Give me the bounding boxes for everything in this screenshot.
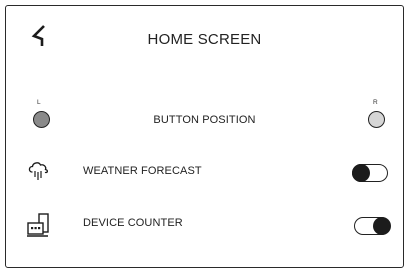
right-position-button[interactable]: [368, 111, 385, 128]
weather-forecast-label: WEATNER FORECAST: [83, 165, 202, 177]
weather-cloud-rain-icon: [27, 159, 51, 188]
device-counter-icon: [26, 212, 54, 243]
toggle-knob: [351, 163, 370, 182]
page-title: HOME SCREEN: [147, 31, 262, 48]
left-position-label: L: [37, 99, 41, 106]
device-counter-toggle[interactable]: [354, 216, 391, 235]
toggle-knob: [372, 216, 391, 235]
button-position-label: BUTTON POSITION: [153, 114, 256, 126]
weather-forecast-toggle[interactable]: [351, 163, 388, 182]
right-position-label: R: [373, 99, 378, 106]
device-counter-label: DEVICE COUNTER: [83, 217, 183, 229]
home-screen-panel: HOME SCREEN L BUTTON POSITION R WEATNER …: [5, 5, 404, 268]
